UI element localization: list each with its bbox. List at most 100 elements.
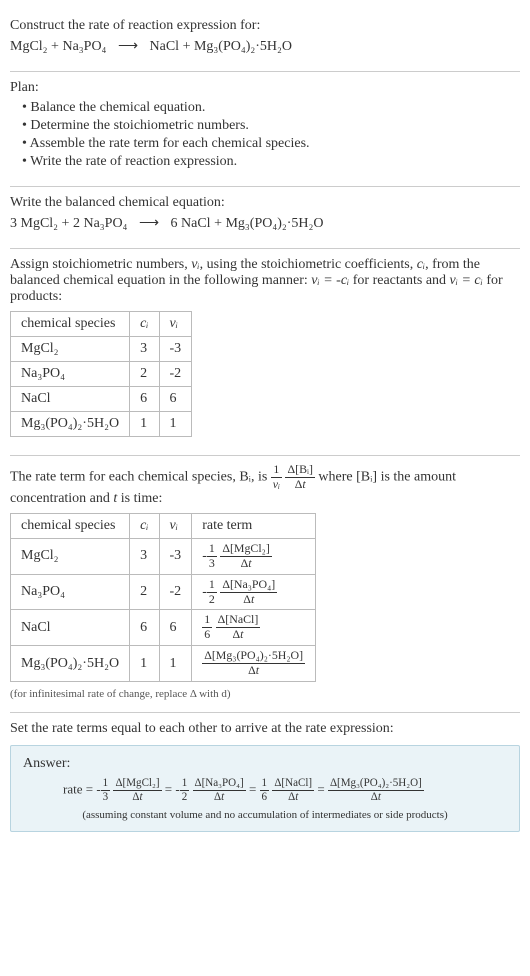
text: for reactants and bbox=[349, 273, 449, 288]
bal-rhs: 6 NaCl + Mg₃(PO₄)₂·5H₂O bbox=[171, 216, 324, 231]
cell-nu: -2 bbox=[159, 362, 192, 387]
cell-nu: -2 bbox=[159, 574, 192, 610]
den: Δt bbox=[113, 791, 161, 803]
table-header-row: chemical species cᵢ νᵢ bbox=[11, 312, 192, 337]
cell-rate: -12 Δ[Na₃PO₄]Δt bbox=[192, 574, 316, 610]
col-c: cᵢ bbox=[130, 513, 159, 538]
delta-frac: Δ[Na₃PO₄]Δt bbox=[220, 579, 277, 606]
num: Δ[Mg₃(PO₄)₂·5H₂O] bbox=[202, 650, 305, 664]
num: 1 bbox=[180, 778, 190, 791]
cell-rate: Δ[Mg₃(PO₄)₂·5H₂O]Δt bbox=[192, 646, 316, 682]
den: 6 bbox=[260, 791, 270, 803]
table-row: NaCl 6 6 16 Δ[NaCl]Δt bbox=[11, 610, 316, 646]
den: 2 bbox=[180, 791, 190, 803]
table-row: NaCl 6 6 bbox=[11, 387, 192, 412]
den: 3 bbox=[101, 791, 111, 803]
generic-rate-frac: Δ[Bᵢ]Δt bbox=[285, 464, 314, 491]
final-section: Set the rate terms equal to each other t… bbox=[10, 713, 520, 832]
num: Δ[Mg₃(PO₄)₂·5H₂O] bbox=[328, 778, 424, 791]
coef-frac: 12 bbox=[180, 778, 190, 803]
den: Δt bbox=[216, 628, 261, 641]
balanced-equation: 3 MgCl₂ + 2 Na₃PO₄ ⟶ 6 NaCl + Mg₃(PO₄)₂·… bbox=[10, 215, 520, 232]
problem-header: Construct the rate of reaction expressio… bbox=[10, 10, 520, 72]
num: Δ[MgCl₂] bbox=[220, 543, 271, 557]
col-nu: νᵢ bbox=[159, 312, 192, 337]
cell-c: 6 bbox=[130, 387, 159, 412]
stoich-intro: Assign stoichiometric numbers, νᵢ, using… bbox=[10, 257, 520, 305]
cell-species: Na₃PO₄ bbox=[11, 574, 130, 610]
col-nu: νᵢ bbox=[159, 513, 192, 538]
cell-c: 3 bbox=[130, 337, 159, 362]
col-species: chemical species bbox=[11, 312, 130, 337]
eq: νᵢ = cᵢ bbox=[450, 273, 483, 288]
stoich-table: chemical species cᵢ νᵢ MgCl₂ 3 -3 Na₃PO₄… bbox=[10, 311, 192, 437]
coef-frac: 13 bbox=[101, 778, 111, 803]
arrow-icon: ⟶ bbox=[118, 38, 138, 55]
cell-species: Mg₃(PO₄)₂·5H₂O bbox=[11, 412, 130, 437]
num: Δ[NaCl] bbox=[216, 614, 261, 628]
cell-species: MgCl₂ bbox=[11, 538, 130, 574]
bal-lhs: 3 MgCl₂ + 2 Na₃PO₄ bbox=[10, 216, 127, 231]
plan-item: Write the rate of reaction expression. bbox=[10, 154, 520, 170]
cell-nu: 6 bbox=[159, 610, 192, 646]
answer-label: Answer: bbox=[23, 756, 507, 772]
eq: νᵢ = -cᵢ bbox=[311, 273, 349, 288]
num: Δ[MgCl₂] bbox=[113, 778, 161, 791]
plan-item: Determine the stoichiometric numbers. bbox=[10, 118, 520, 134]
table-header-row: chemical species cᵢ νᵢ rate term bbox=[11, 513, 316, 538]
cell-rate: 16 Δ[NaCl]Δt bbox=[192, 610, 316, 646]
rate-word: rate = bbox=[63, 782, 96, 797]
eq-lhs: MgCl₂ + Na₃PO₄ bbox=[10, 39, 106, 54]
cell-nu: 6 bbox=[159, 387, 192, 412]
table-row: Na₃PO₄ 2 -2 bbox=[11, 362, 192, 387]
den: Δt bbox=[328, 791, 424, 803]
cell-c: 1 bbox=[130, 412, 159, 437]
cell-nu: 1 bbox=[159, 412, 192, 437]
den: 3 bbox=[207, 557, 217, 570]
cell-species: Na₃PO₄ bbox=[11, 362, 130, 387]
cell-nu: -3 bbox=[159, 538, 192, 574]
delta-frac: Δ[NaCl]Δt bbox=[272, 778, 314, 803]
col-c: cᵢ bbox=[130, 312, 159, 337]
text: , using the stoichiometric coefficients, bbox=[200, 257, 417, 272]
nu-symbol: νᵢ bbox=[191, 257, 199, 272]
cell-species: NaCl bbox=[11, 387, 130, 412]
cell-rate: -13 Δ[MgCl₂]Δt bbox=[192, 538, 316, 574]
arrow-icon: ⟶ bbox=[139, 215, 159, 232]
coef-frac: 13 bbox=[207, 543, 217, 570]
den: Δt bbox=[220, 557, 271, 570]
den: 6 bbox=[202, 628, 212, 641]
num: Δ[NaCl] bbox=[272, 778, 314, 791]
table-row: Mg₃(PO₄)₂·5H₂O 1 1 bbox=[11, 412, 192, 437]
cell-nu: -3 bbox=[159, 337, 192, 362]
delta-frac: Δ[NaCl]Δt bbox=[216, 614, 261, 641]
cell-c: 2 bbox=[130, 362, 159, 387]
plan-item: Balance the chemical equation. bbox=[10, 100, 520, 116]
num: Δ[Na₃PO₄] bbox=[220, 579, 277, 593]
cell-species: NaCl bbox=[11, 610, 130, 646]
plan-item: Assemble the rate term for each chemical… bbox=[10, 136, 520, 152]
num: 1 bbox=[101, 778, 111, 791]
delta-frac: Δ[MgCl₂]Δt bbox=[220, 543, 271, 570]
den: Δt bbox=[272, 791, 314, 803]
coef-frac: 16 bbox=[202, 614, 212, 641]
text: The rate term for each chemical species,… bbox=[10, 470, 271, 485]
num: 1 bbox=[202, 614, 212, 628]
table-row: Mg₃(PO₄)₂·5H₂O 1 1 Δ[Mg₃(PO₄)₂·5H₂O]Δt bbox=[11, 646, 316, 682]
cell-c: 2 bbox=[130, 574, 159, 610]
cell-species: Mg₃(PO₄)₂·5H₂O bbox=[11, 646, 130, 682]
col-species: chemical species bbox=[11, 513, 130, 538]
den: 2 bbox=[207, 593, 217, 606]
eq-rhs: NaCl + Mg₃(PO₄)₂·5H₂O bbox=[150, 39, 293, 54]
stoich-section: Assign stoichiometric numbers, νᵢ, using… bbox=[10, 249, 520, 456]
coef-frac: 16 bbox=[260, 778, 270, 803]
table-row: Na₃PO₄ 2 -2 -12 Δ[Na₃PO₄]Δt bbox=[11, 574, 316, 610]
num: 1 bbox=[207, 579, 217, 593]
answer-box: Answer: rate = -13 Δ[MgCl₂]Δt = -12 Δ[Na… bbox=[10, 745, 520, 832]
ci-symbol: cᵢ bbox=[417, 257, 425, 272]
den: Δt bbox=[220, 593, 277, 606]
cell-species: MgCl₂ bbox=[11, 337, 130, 362]
table-row: MgCl₂ 3 -3 bbox=[11, 337, 192, 362]
rateterm-table: chemical species cᵢ νᵢ rate term MgCl₂ 3… bbox=[10, 513, 316, 682]
table-row: MgCl₂ 3 -3 -13 Δ[MgCl₂]Δt bbox=[11, 538, 316, 574]
